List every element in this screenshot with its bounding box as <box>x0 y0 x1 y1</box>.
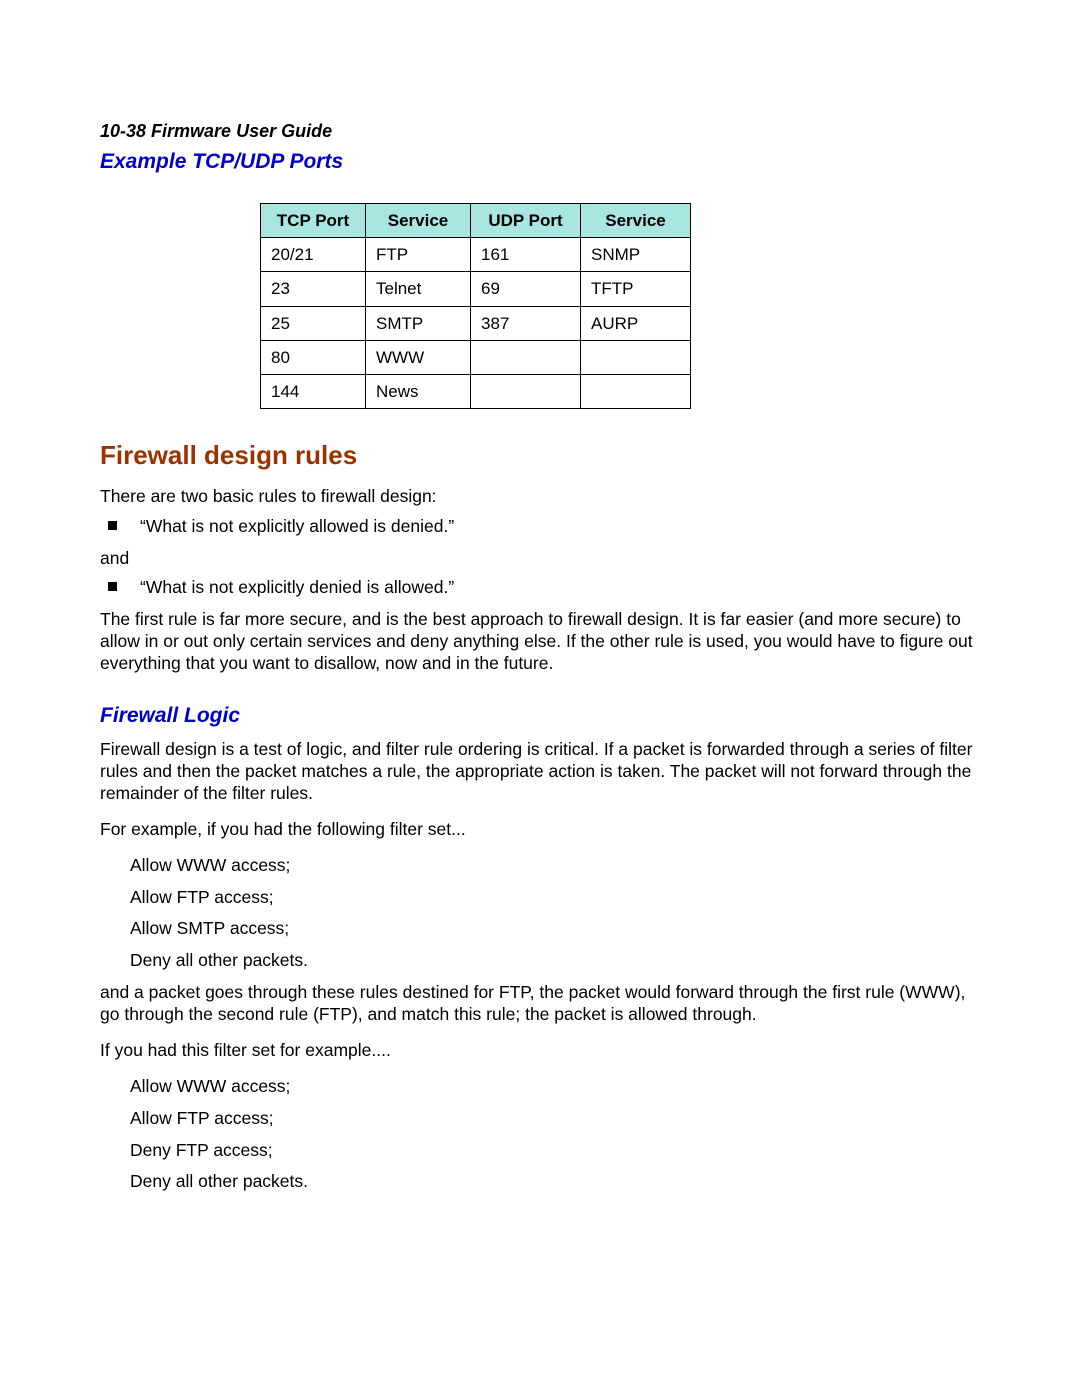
cell: 69 <box>471 272 581 306</box>
paragraph: and a packet goes through these rules de… <box>100 982 985 1026</box>
filter-line: Allow WWW access; <box>100 1076 985 1098</box>
paragraph: Firewall design is a test of logic, and … <box>100 739 985 805</box>
heading-example-ports: Example TCP/UDP Ports <box>100 149 985 175</box>
paragraph: For example, if you had the following fi… <box>100 819 985 841</box>
table-row: 25 SMTP 387 AURP <box>261 306 691 340</box>
cell: SMTP <box>366 306 471 340</box>
filter-line: Deny FTP access; <box>100 1140 985 1162</box>
paragraph: and <box>100 548 985 570</box>
ports-table: TCP Port Service UDP Port Service 20/21 … <box>260 203 691 410</box>
cell: 387 <box>471 306 581 340</box>
th-service-1: Service <box>366 203 471 237</box>
list-item: “What is not explicitly allowed is denie… <box>100 516 985 538</box>
cell: 25 <box>261 306 366 340</box>
cell: AURP <box>581 306 691 340</box>
filter-line: Deny all other packets. <box>100 950 985 972</box>
cell: FTP <box>366 238 471 272</box>
filter-line: Allow SMTP access; <box>100 918 985 940</box>
paragraph: The first rule is far more secure, and i… <box>100 609 985 675</box>
cell: 23 <box>261 272 366 306</box>
list-item: “What is not explicitly denied is allowe… <box>100 577 985 599</box>
cell: 161 <box>471 238 581 272</box>
cell: 144 <box>261 375 366 409</box>
cell <box>581 375 691 409</box>
filter-line: Deny all other packets. <box>100 1171 985 1193</box>
filter-set-2: Allow WWW access; Allow FTP access; Deny… <box>100 1076 985 1194</box>
filter-set-1: Allow WWW access; Allow FTP access; Allo… <box>100 855 985 973</box>
table-row: 80 WWW <box>261 340 691 374</box>
th-service-2: Service <box>581 203 691 237</box>
filter-line: Allow WWW access; <box>100 855 985 877</box>
paragraph: If you had this filter set for example..… <box>100 1040 985 1062</box>
cell: 80 <box>261 340 366 374</box>
th-tcp-port: TCP Port <box>261 203 366 237</box>
filter-line: Allow FTP access; <box>100 1108 985 1130</box>
bullet-list: “What is not explicitly denied is allowe… <box>100 577 985 599</box>
table-row: 20/21 FTP 161 SNMP <box>261 238 691 272</box>
cell: WWW <box>366 340 471 374</box>
cell: SNMP <box>581 238 691 272</box>
document-page: 10-38 Firmware User Guide Example TCP/UD… <box>0 0 1080 1397</box>
table-row: 144 News <box>261 375 691 409</box>
cell <box>471 340 581 374</box>
heading-firewall-logic: Firewall Logic <box>100 703 985 729</box>
table-header-row: TCP Port Service UDP Port Service <box>261 203 691 237</box>
cell <box>581 340 691 374</box>
cell: TFTP <box>581 272 691 306</box>
cell: Telnet <box>366 272 471 306</box>
running-head: 10-38 Firmware User Guide <box>100 120 985 143</box>
bullet-list: “What is not explicitly allowed is denie… <box>100 516 985 538</box>
heading-firewall-design-rules: Firewall design rules <box>100 439 985 472</box>
table-row: 23 Telnet 69 TFTP <box>261 272 691 306</box>
th-udp-port: UDP Port <box>471 203 581 237</box>
cell: 20/21 <box>261 238 366 272</box>
cell: News <box>366 375 471 409</box>
filter-line: Allow FTP access; <box>100 887 985 909</box>
cell <box>471 375 581 409</box>
paragraph: There are two basic rules to firewall de… <box>100 486 985 508</box>
